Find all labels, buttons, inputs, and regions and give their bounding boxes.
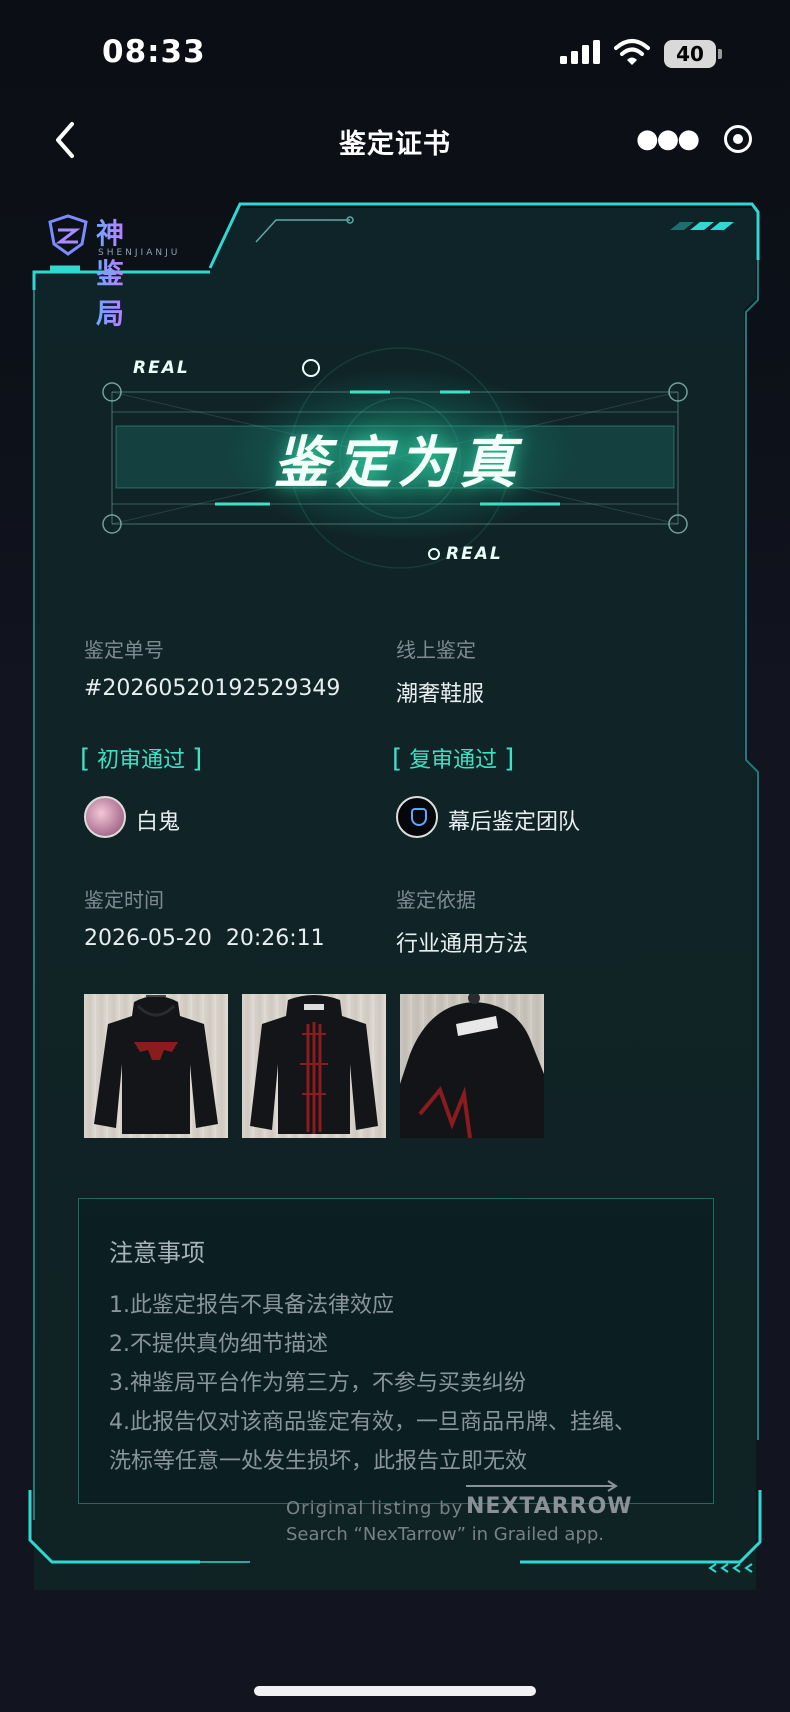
- notice-item: 3.神鉴局平台作为第三方，不参与买卖纠纷: [109, 1371, 526, 1396]
- home-indicator[interactable]: [254, 1686, 536, 1696]
- watermark-line2: Search “NexTarrow” in Grailed app.: [286, 1524, 605, 1545]
- mini-program-capsule: ●●●: [620, 114, 770, 166]
- notice-item: 2.不提供真伪细节描述: [109, 1332, 328, 1357]
- status-bar: 08:33 40: [0, 0, 790, 100]
- watermark-arrow-icon: [466, 1480, 618, 1492]
- brand-name: 神鉴局: [96, 212, 125, 332]
- more-dots-icon[interactable]: ●●●: [636, 124, 700, 154]
- notice-panel: 注意事项 1.此鉴定报告不具备法律效应 2.不提供真伪细节描述 3.神鉴局平台作…: [78, 1198, 714, 1504]
- appraisal-time-value: 2026-05-20 20:26:11: [84, 926, 325, 951]
- shield-logo-icon: [48, 214, 88, 256]
- real-tag-top: REAL: [133, 358, 190, 378]
- notice-item: 1.此鉴定报告不具备法律效应: [109, 1293, 394, 1318]
- order-number-value: #20260520192529349: [84, 676, 341, 701]
- brand-subtitle: SHENJIANJU: [98, 248, 181, 258]
- verdict-title: 鉴定为真: [273, 431, 522, 496]
- nav-bar: 鉴定证书 ●●●: [0, 100, 790, 180]
- appraisal-type-label: 线上鉴定: [396, 638, 476, 662]
- watermark-line1: Original listing by: [286, 1498, 464, 1519]
- second-reviewer-avatar: [396, 796, 438, 838]
- item-photo-back[interactable]: [242, 994, 386, 1138]
- hoodie-back-image: [250, 995, 378, 1134]
- notice-title: 注意事项: [109, 1239, 205, 1267]
- battery-cap: [718, 49, 722, 59]
- notice-item: 洗标等任意一处发生损坏，此报告立即无效: [109, 1449, 528, 1474]
- close-target-icon[interactable]: [724, 125, 752, 153]
- hoodie-hood-image: [400, 994, 544, 1138]
- signal-icon: [560, 40, 600, 64]
- notice-item: 4.此报告仅对该商品鉴定有效，一旦商品吊牌、挂绳、: [109, 1410, 636, 1435]
- verdict-banner: 鉴定为真: [100, 340, 700, 580]
- second-review-label: 复审通过: [409, 748, 498, 773]
- first-review-label: 初审通过: [97, 748, 186, 773]
- first-reviewer-name: 白鬼: [136, 810, 181, 835]
- battery-indicator: 40: [664, 40, 716, 68]
- brand-logo: 神鉴局 SHENJIANJU: [46, 214, 177, 330]
- watermark-brand: NEXTARROW: [466, 1494, 633, 1519]
- appraisal-basis-label: 鉴定依据: [396, 888, 476, 912]
- item-photo-hood[interactable]: [400, 994, 544, 1138]
- first-reviewer-avatar: [84, 796, 126, 838]
- appraisal-time-label: 鉴定时间: [84, 888, 164, 912]
- status-time: 08:33: [102, 34, 206, 70]
- first-review-badge: [ 初审通过 ]: [80, 744, 203, 774]
- appraisal-type-value: 潮奢鞋服: [396, 682, 485, 707]
- appraisal-basis-value: 行业通用方法: [396, 932, 529, 957]
- wifi-icon: [614, 39, 650, 65]
- real-tag-bottom: REAL: [446, 544, 503, 564]
- order-number-label: 鉴定单号: [84, 638, 164, 662]
- second-reviewer-name: 幕后鉴定团队: [448, 810, 581, 835]
- hoodie-front-image: [94, 995, 218, 1134]
- item-photo-front[interactable]: [84, 994, 228, 1138]
- second-review-badge: [ 复审通过 ]: [392, 744, 515, 774]
